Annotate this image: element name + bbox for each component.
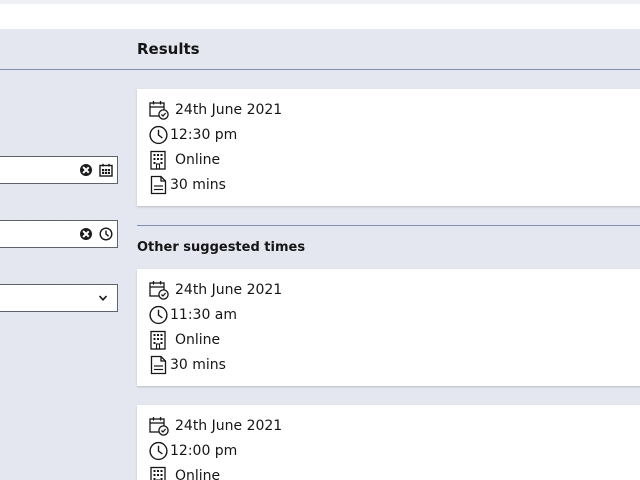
- slot-time: 11:30 am: [170, 307, 238, 323]
- document-icon: [150, 175, 167, 195]
- header-strip: [0, 4, 640, 29]
- top-bar: [0, 0, 640, 29]
- slot-time: 12:00 pm: [170, 443, 238, 459]
- result-time: 12:30 pm: [170, 127, 238, 143]
- slot-location: Online: [175, 468, 221, 480]
- location-row: Online: [149, 465, 220, 480]
- clock-icon: [149, 441, 168, 461]
- date-row: 24th June 2021: [149, 279, 282, 301]
- date-field[interactable]: [0, 156, 118, 184]
- result-date: 24th June 2021: [175, 102, 283, 118]
- building-icon: [150, 466, 166, 480]
- duration-row: 30 mins: [149, 174, 226, 196]
- slot-location: Online: [175, 332, 221, 348]
- slot-duration: 30 mins: [170, 357, 226, 373]
- calendar-icon[interactable]: [99, 163, 113, 177]
- results-heading: Results: [137, 40, 200, 58]
- calendar-check-icon: [149, 281, 169, 300]
- result-card[interactable]: 24th June 2021 12:30 pm Online 30 mins: [137, 89, 640, 206]
- result-location: Online: [175, 152, 221, 168]
- section-divider: [137, 225, 640, 226]
- calendar-check-icon: [149, 417, 169, 436]
- time-row: 11:30 am: [149, 304, 237, 326]
- options-select[interactable]: [0, 284, 118, 312]
- suggested-card[interactable]: 24th June 2021 12:00 pm Online: [137, 405, 640, 480]
- location-row: Online: [149, 149, 220, 171]
- suggested-card[interactable]: 24th June 2021 11:30 am Online 30 mins: [137, 269, 640, 386]
- slot-date: 24th June 2021: [175, 282, 283, 298]
- time-field[interactable]: [0, 220, 118, 248]
- time-row: 12:00 pm: [149, 440, 237, 462]
- clock-icon: [149, 125, 168, 145]
- calendar-check-icon: [149, 101, 169, 120]
- clear-icon[interactable]: [80, 228, 92, 240]
- results-header-row: [0, 29, 640, 70]
- date-row: 24th June 2021: [149, 415, 282, 437]
- building-icon: [150, 330, 166, 350]
- document-icon: [150, 355, 167, 375]
- location-row: Online: [149, 329, 220, 351]
- clock-icon[interactable]: [99, 227, 113, 241]
- clear-icon[interactable]: [80, 164, 92, 176]
- duration-row: 30 mins: [149, 354, 226, 376]
- time-row: 12:30 pm: [149, 124, 237, 146]
- chevron-down-icon: [98, 295, 108, 301]
- other-suggested-heading: Other suggested times: [137, 240, 306, 255]
- building-icon: [150, 150, 166, 170]
- slot-date: 24th June 2021: [175, 418, 283, 434]
- clock-icon: [149, 305, 168, 325]
- result-duration: 30 mins: [170, 177, 226, 193]
- date-row: 24th June 2021: [149, 99, 282, 121]
